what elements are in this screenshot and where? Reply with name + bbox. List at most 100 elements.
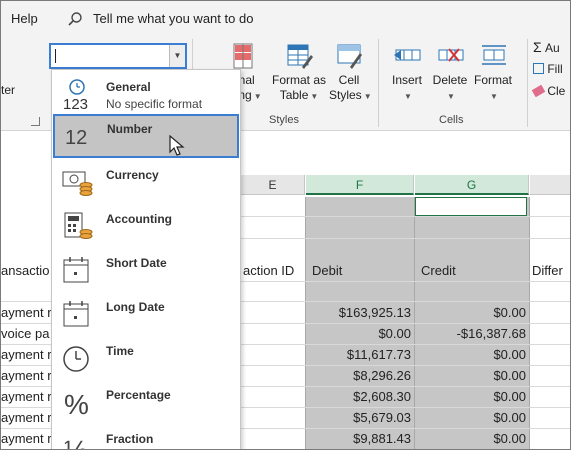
gridline (241, 216, 570, 217)
row-label[interactable]: ayment r (1, 347, 52, 362)
format-option-time[interactable]: Time (52, 336, 240, 380)
debit-cell[interactable]: $163,925.13 (306, 305, 411, 320)
format-as-table-icon (287, 44, 313, 69)
chevron-down-icon: ▼ (253, 92, 262, 101)
svg-text:123: 123 (63, 96, 88, 110)
debit-cell[interactable]: $9,881.43 (306, 431, 411, 446)
credit-cell[interactable]: $0.00 (415, 305, 526, 320)
header-transaction[interactable]: ansactio (1, 263, 49, 278)
format-option-label: Fraction (106, 432, 154, 446)
format-as-table-label-2: Table (279, 88, 309, 102)
credit-cell[interactable]: $0.00 (415, 389, 526, 404)
svg-text:½: ½ (64, 435, 87, 450)
cell-styles-icon (337, 44, 362, 69)
format-option-label: Time (106, 344, 134, 358)
clear-label: Cle (547, 84, 566, 98)
format-option-currency[interactable]: Currency (52, 160, 240, 204)
fill-button[interactable]: Fill (533, 62, 570, 77)
debit-cell[interactable]: $5,679.03 (306, 410, 411, 425)
help-tab[interactable]: Help (11, 11, 38, 26)
svg-text:12: 12 (65, 127, 87, 149)
format-option-percentage[interactable]: % Percentage (52, 380, 240, 424)
column-header-f[interactable]: F (306, 175, 414, 195)
debit-cell[interactable]: $2,608.30 (306, 389, 411, 404)
chevron-down-icon: ▼ (363, 92, 372, 101)
fill-down-icon (533, 63, 544, 74)
eraser-icon (531, 84, 546, 98)
debit-cell[interactable]: $11,617.73 (306, 347, 411, 362)
row-label[interactable]: ayment r (1, 389, 52, 404)
chevron-down-icon: ▼ (490, 92, 498, 101)
gridline (241, 238, 570, 239)
menu-bar: Help Tell me what you want to do (1, 1, 570, 35)
delete-cells-icon (438, 48, 464, 62)
format-option-label: General (106, 80, 151, 94)
credit-cell[interactable]: -$16,387.68 (415, 326, 526, 341)
row-label[interactable]: ayment r (1, 431, 52, 446)
cell-styles-label-1: Cell (338, 73, 360, 87)
header-transaction-id[interactable]: action ID (243, 263, 294, 278)
tell-me-search[interactable]: Tell me what you want to do (93, 11, 253, 26)
format-option-accounting[interactable]: Accounting (52, 204, 240, 248)
credit-cell[interactable]: $0.00 (415, 410, 526, 425)
credit-cell[interactable]: $0.00 (415, 431, 526, 446)
format-option-label: Currency (106, 168, 159, 182)
delete-button[interactable]: Delete ▼ (429, 41, 471, 104)
fill-label: Fill (547, 62, 563, 76)
row-label[interactable]: voice pa (1, 326, 49, 341)
insert-cells-icon (394, 49, 421, 61)
format-option-label: Number (107, 122, 153, 136)
ribbon-separator (378, 39, 379, 127)
column-header-h[interactable] (530, 175, 570, 195)
percent-icon: % (64, 389, 89, 418)
format-option-long-date[interactable]: Long Date (52, 292, 240, 336)
format-label: Format (473, 73, 512, 87)
format-option-fraction[interactable]: ½ Fraction (52, 424, 240, 450)
debit-cell[interactable]: $0.00 (306, 326, 411, 341)
format-option-label: Percentage (106, 388, 171, 402)
autosum-button[interactable]: Σ Au (533, 39, 570, 56)
clear-button[interactable]: Cle (531, 84, 570, 99)
number-12-icon: 12 (65, 127, 87, 149)
credit-cell[interactable]: $0.00 (415, 368, 526, 383)
active-cell[interactable] (415, 197, 527, 216)
gridline (241, 281, 570, 282)
long-date-icon (63, 301, 89, 327)
format-option-short-date[interactable]: Short Date (52, 248, 240, 292)
credit-cell[interactable]: $0.00 (415, 347, 526, 362)
ribbon-cut-label: ter (1, 83, 16, 97)
delete-label: Delete (432, 73, 468, 87)
lightbulb-search-icon (68, 12, 82, 26)
format-option-general[interactable]: 123 General No specific format (52, 72, 240, 116)
row-label[interactable]: ayment r (1, 368, 52, 383)
insert-button[interactable]: Insert ▼ (385, 41, 429, 104)
header-debit[interactable]: Debit (312, 263, 342, 278)
clock-icon (63, 346, 89, 372)
sigma-icon: Σ (533, 39, 542, 55)
format-cells-icon (482, 45, 506, 65)
ribbon-separator (527, 39, 528, 127)
format-option-label: Accounting (106, 212, 172, 226)
column-header-e[interactable]: E (241, 175, 305, 195)
fraction-icon: ½ (64, 435, 87, 450)
cell-styles-label-2: Styles (329, 88, 362, 102)
chevron-down-icon: ▼ (310, 92, 319, 101)
row-label[interactable]: ayment r (1, 410, 52, 425)
row-label[interactable]: ayment r (1, 305, 52, 320)
cell-styles-button[interactable]: Cell Styles ▼ (329, 41, 372, 104)
column-header-g[interactable]: G (415, 175, 529, 195)
chevron-down-icon[interactable]: ▼ (169, 45, 185, 67)
format-as-table-button[interactable]: Format as Table ▼ (269, 41, 329, 104)
svg-text:%: % (64, 389, 89, 418)
format-option-number[interactable]: 12 Number (53, 114, 239, 158)
format-option-label: Short Date (106, 256, 167, 270)
format-option-sample: No specific format (106, 97, 203, 111)
number-format-combobox[interactable]: ▼ (49, 43, 187, 69)
header-credit[interactable]: Credit (421, 263, 456, 278)
format-as-table-label-1: Format as (271, 73, 326, 87)
header-difference[interactable]: Differ (532, 263, 563, 278)
accounting-icon (64, 212, 93, 239)
number-group-expander-icon[interactable] (31, 117, 40, 126)
debit-cell[interactable]: $8,296.26 (306, 368, 411, 383)
format-button[interactable]: Format ▼ (471, 41, 515, 104)
